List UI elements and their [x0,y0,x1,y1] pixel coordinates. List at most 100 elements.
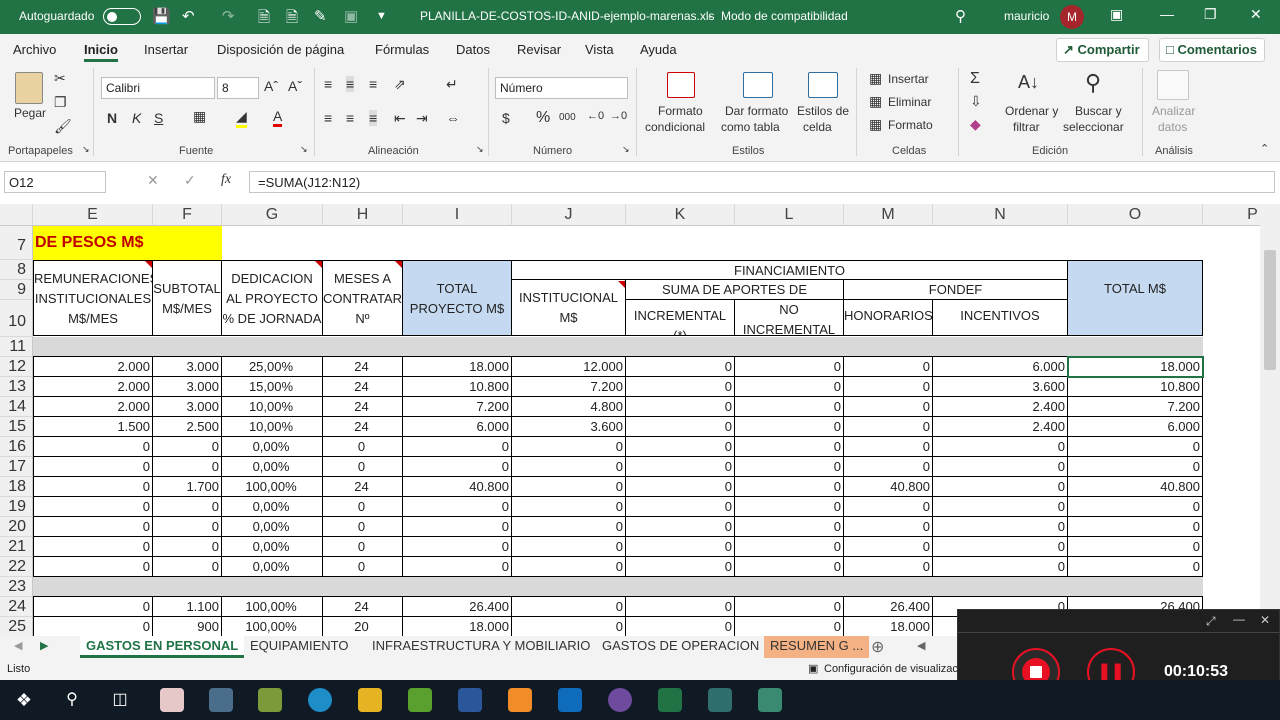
row-header[interactable]: 17 [0,457,33,477]
cell-styles-icon[interactable] [808,72,838,98]
table-cell[interactable]: 0 [844,457,933,477]
collapse-ribbon-icon[interactable]: ⌃ [1260,142,1269,155]
search-icon[interactable]: ⚲ [955,7,966,25]
table-cell[interactable]: 0 [735,617,844,636]
share-button[interactable]: ↗ Compartir [1056,38,1149,62]
column-header[interactable]: G [222,204,323,226]
table-cell[interactable]: 3.000 [153,377,222,397]
cond-format-label-1[interactable]: Formato [658,104,703,118]
next-sheet-icon[interactable]: ▶ [40,639,48,652]
table-cell[interactable]: 1.100 [153,597,222,617]
table-cell[interactable]: 0 [735,377,844,397]
table-cell[interactable]: 25,00% [222,357,323,377]
percent-button[interactable]: % [536,109,550,127]
row-header[interactable]: 22 [0,557,33,577]
align-bottom-icon[interactable]: ≡ [369,76,377,92]
table-cell[interactable]: 0 [933,477,1068,497]
column-header[interactable]: O [1068,204,1203,226]
customize-qa-icon[interactable]: ▼ [376,10,387,22]
format-cells-button[interactable]: Formato [888,118,933,132]
table-cell[interactable]: 0 [33,537,153,557]
header-financiamiento[interactable]: FINANCIAMIENTO [512,260,1068,280]
redo-icon[interactable]: ↷ [222,7,235,25]
scroll-thumb[interactable] [1264,250,1276,370]
sort-filter-icon[interactable]: A↓ [1018,72,1039,93]
decrease-decimal-icon[interactable]: →0 [610,110,627,122]
analyze-label-1[interactable]: Analizar [1152,104,1195,118]
cancel-icon[interactable]: ✕ [147,172,159,189]
header-remuneraciones[interactable]: REMUNERACIONES INSTITUCIONALES M$/MES [33,260,153,336]
table-cell[interactable]: 0 [626,497,735,517]
alignment-launcher-icon[interactable]: ↘ [476,144,484,155]
conditional-format-icon[interactable] [667,72,695,98]
increase-decimal-icon[interactable]: ←0 [587,110,604,122]
table-cell[interactable]: 7.200 [512,377,626,397]
table-cell[interactable]: 10,00% [222,397,323,417]
borders-icon[interactable]: ▦ [193,108,206,125]
new-file-icon[interactable]: 🗎 [258,7,270,32]
header-meses[interactable]: MESES A CONTRATAR Nº [323,260,403,336]
font-launcher-icon[interactable]: ↘ [300,144,308,155]
column-header[interactable]: H [323,204,403,226]
table-cell[interactable]: 0 [323,537,403,557]
table-cell[interactable]: 0 [33,617,153,636]
bold-button[interactable]: N [107,110,117,126]
table-cell[interactable]: 18.000 [1068,357,1203,377]
find-label-1[interactable]: Buscar y [1075,104,1122,118]
table-cell[interactable]: 0 [933,517,1068,537]
align-right-icon[interactable]: ≡ [369,110,378,126]
table-cell[interactable]: 2.000 [33,397,153,417]
table-format-icon[interactable] [743,72,773,98]
table-cell[interactable]: 3.000 [153,397,222,417]
table-cell[interactable]: 0 [1068,457,1203,477]
table-cell[interactable]: 0 [1068,557,1203,577]
ribbon-display-icon[interactable]: ▣ [1110,6,1123,23]
number-format-select[interactable]: Número [495,77,628,99]
table-cell[interactable]: 100,00% [222,477,323,497]
enter-icon[interactable]: ✓ [184,172,196,189]
close-icon[interactable]: ✕ [1250,6,1262,23]
task-view-icon[interactable]: ◫ [108,688,132,712]
table-cell[interactable]: 0 [33,457,153,477]
table-cell[interactable]: 24 [323,377,403,397]
table-cell[interactable]: 0 [735,517,844,537]
row-header[interactable]: 24 [0,597,33,617]
header-no-incremental[interactable]: NO INCREMENTAL (*) [735,300,844,336]
expand-icon[interactable]: ⤢ [1206,614,1216,629]
table-cell[interactable]: 0 [933,537,1068,557]
outlook-app-icon[interactable] [558,688,582,712]
table-cell[interactable]: 0 [323,437,403,457]
table-cell[interactable]: 0 [735,557,844,577]
comments-button[interactable]: □ Comentarios [1159,38,1265,62]
form-icon[interactable]: ✎ [314,7,327,25]
table-cell[interactable]: 0 [626,357,735,377]
tab-inicio[interactable]: Inicio [84,42,118,62]
copy-icon[interactable]: ❐ [54,94,67,111]
table-cell[interactable]: 900 [153,617,222,636]
font-color-icon[interactable]: A [273,108,283,127]
autosum-icon[interactable]: Σ [970,70,980,88]
table-cell[interactable]: 0 [735,357,844,377]
table-cell[interactable]: 0 [153,517,222,537]
align-center-icon[interactable]: ≡ [346,110,354,126]
table-cell[interactable]: 0 [626,617,735,636]
table-cell[interactable]: 0 [626,537,735,557]
table-cell[interactable]: 0 [512,437,626,457]
autosave-toggle[interactable] [103,8,141,25]
edge-app-icon[interactable] [308,688,332,712]
table-cell[interactable]: 0 [844,417,933,437]
column-header[interactable]: M [844,204,933,226]
cell-styles-label-1[interactable]: Estilos de [797,104,849,118]
cond-format-label-2[interactable]: condicional [645,120,705,134]
table-cell[interactable]: 1.700 [153,477,222,497]
sort-label-2[interactable]: filtrar [1013,120,1040,134]
italic-button[interactable]: K [132,110,141,126]
table-cell[interactable]: 10,00% [222,417,323,437]
paste-button[interactable]: Pegar [14,106,46,120]
row-header[interactable]: 8 [0,260,33,280]
table-cell[interactable]: 7.200 [1068,397,1203,417]
restore-icon[interactable]: ❐ [1204,6,1217,23]
table-cell[interactable]: 24 [323,357,403,377]
insert-cells-button[interactable]: Insertar [888,72,929,86]
find-select-icon[interactable]: ⚲ [1085,70,1101,96]
